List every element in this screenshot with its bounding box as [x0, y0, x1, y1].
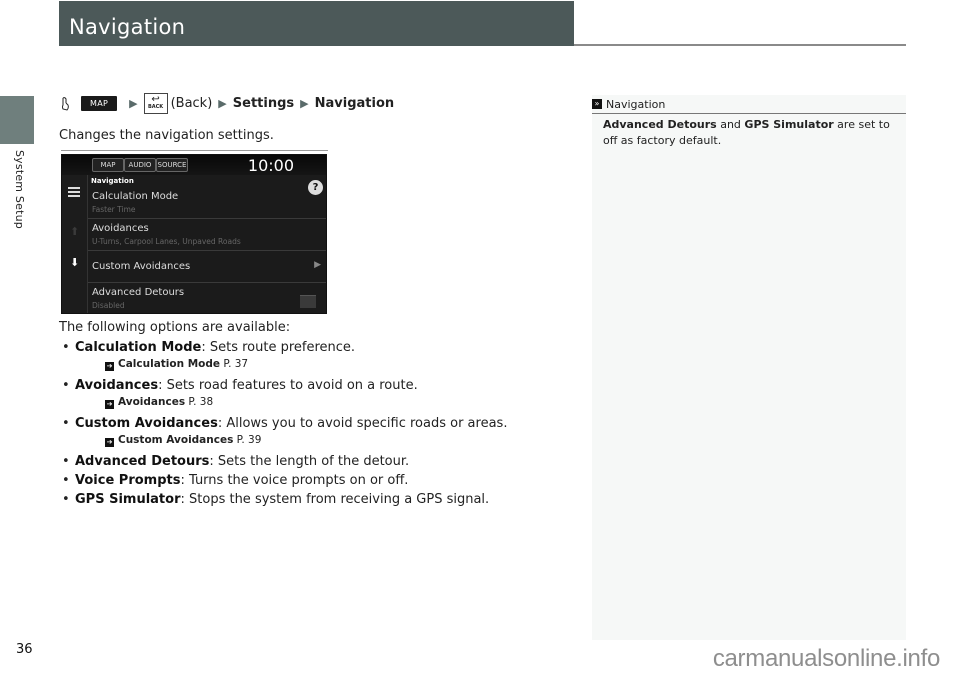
- reference-arrow-icon: ➔: [105, 362, 114, 371]
- list-item: • GPS Simulator: Stops the system from re…: [62, 492, 490, 507]
- options-list: • Calculation Mode: Sets route preference…: [59, 338, 507, 509]
- device-row: Calculation Mode Faster Time: [88, 187, 326, 219]
- back-button-icon: ↩ BACK: [143, 93, 168, 114]
- section-header: Navigation: [59, 1, 574, 46]
- list-item: • Calculation Mode: Sets route preference…: [62, 340, 356, 355]
- page-reference[interactable]: ➔ Custom Avoidances P. 39: [59, 433, 507, 452]
- note-body: Advanced Detours and GPS Simulator are s…: [603, 118, 890, 147]
- side-tab-label: System Setup: [13, 150, 26, 229]
- list-item: • Custom Avoidances: Allows you to avoid …: [62, 416, 508, 431]
- device-side-rail: ⬆ ⬇: [62, 175, 88, 313]
- watermark: carmanualsonline.info: [712, 645, 940, 672]
- device-screenshot: MAP AUDIO SOURCE 10:00 ⬆ ⬇ Navigation ? …: [61, 154, 327, 314]
- intro-text: Changes the navigation settings.: [59, 128, 274, 143]
- menu-icon: [68, 187, 80, 199]
- note-heading: » Navigation: [592, 95, 906, 114]
- breadcrumb: MAP ▶ ↩ BACK (Back) ▶ Settings ▶ Navigat…: [59, 93, 394, 114]
- device-row: Advanced Detours Disabled: [88, 283, 326, 313]
- page-reference[interactable]: ➔ Calculation Mode P. 37: [59, 357, 507, 376]
- list-item: • Voice Prompts: Turns the voice prompts …: [62, 473, 409, 488]
- arrow-up-icon: ⬆: [70, 225, 80, 238]
- page-number: 36: [16, 642, 33, 657]
- list-item: • Avoidances: Sets road features to avoid…: [62, 378, 418, 393]
- device-top-bar: MAP AUDIO SOURCE 10:00: [62, 155, 326, 175]
- device-tab-source: SOURCE: [156, 158, 188, 172]
- device-settings-list: Navigation ? Calculation Mode Faster Tim…: [88, 175, 326, 313]
- home-hand-icon: [62, 96, 69, 111]
- reference-arrow-icon: ➔: [105, 400, 114, 409]
- intro-rule: [61, 150, 328, 151]
- arrow-down-icon: ⬇: [70, 256, 80, 269]
- page-title: Navigation: [69, 15, 186, 39]
- list-item: • Advanced Detours: Sets the length of th…: [62, 454, 410, 469]
- header-rule: [574, 44, 906, 46]
- device-tab-audio: AUDIO: [124, 158, 156, 172]
- breadcrumb-navigation: Navigation: [314, 96, 395, 111]
- back-label: (Back): [170, 96, 213, 111]
- device-clock: 10:00: [247, 156, 294, 175]
- arrow-right-icon: ▶: [300, 97, 309, 110]
- device-tab-map: MAP: [92, 158, 124, 172]
- device-list-heading: Navigation: [91, 177, 134, 185]
- double-chevron-icon: »: [592, 99, 602, 109]
- options-intro: The following options are available:: [59, 320, 291, 335]
- arrow-right-icon: ▶: [129, 97, 138, 110]
- device-row: Custom Avoidances ▶: [88, 251, 326, 283]
- reference-arrow-icon: ➔: [105, 438, 114, 447]
- map-button: MAP: [81, 96, 118, 111]
- side-tab: [0, 96, 34, 144]
- chevron-right-icon: ▶: [314, 260, 321, 270]
- page-reference[interactable]: ➔ Avoidances P. 38: [59, 395, 507, 414]
- side-note: » Navigation Advanced Detours and GPS Si…: [592, 95, 906, 640]
- arrow-right-icon: ▶: [218, 97, 227, 110]
- checkbox-icon: [300, 295, 316, 308]
- device-row: Avoidances U-Turns, Carpool Lanes, Unpav…: [88, 219, 326, 251]
- breadcrumb-settings: Settings: [232, 96, 295, 111]
